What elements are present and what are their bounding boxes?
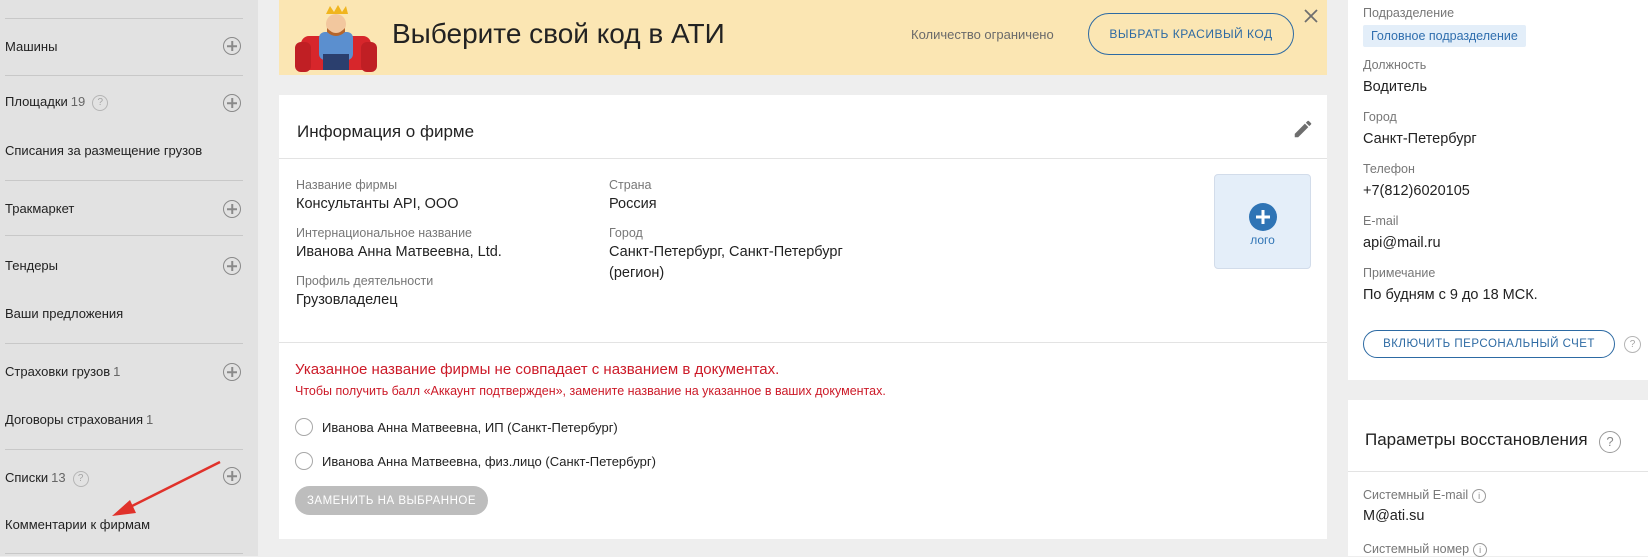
info-icon[interactable]: i — [1473, 543, 1488, 557]
edit-pencil-icon[interactable] — [1292, 118, 1314, 140]
replace-with-selected-button[interactable]: ЗАМЕНИТЬ НА ВЫБРАННОЕ — [295, 486, 488, 515]
add-logo-icon — [1249, 203, 1277, 231]
city-value-region: (регион) — [609, 265, 665, 281]
department-badge: Головное подразделение — [1363, 25, 1526, 47]
phone-value: +7(812)6020105 — [1363, 183, 1470, 199]
radio-label: Иванова Анна Матвеевна, ИП (Санкт-Петерб… — [322, 420, 618, 435]
annotation-arrow-icon — [112, 460, 221, 516]
firm-name-label: Название фирмы — [296, 178, 398, 192]
recovery-title: Параметры восстановления — [1365, 430, 1588, 449]
note-label: Примечание — [1363, 266, 1436, 280]
activity-profile-label: Профиль деятельности — [296, 274, 434, 288]
banner-title: Выберите свой код в АТИ — [392, 18, 725, 49]
position-value: Водитель — [1363, 79, 1428, 95]
intl-name-value: Иванова Анна Матвеевна, Ltd. — [296, 244, 502, 260]
divider — [1348, 471, 1648, 472]
banner-note: Количество ограничено — [911, 27, 1054, 42]
logo-upload[interactable]: лого — [1214, 174, 1311, 269]
choose-code-button[interactable]: ВЫБРАТЬ КРАСИВЫЙ КОД — [1088, 13, 1294, 55]
system-email-value: M@ati.su — [1363, 508, 1425, 524]
position-label: Должность — [1363, 58, 1427, 72]
name-mismatch-hint: Чтобы получить балл «Аккаунт подтвержден… — [295, 384, 886, 398]
divider — [279, 158, 1327, 159]
system-email-label-text: Системный E-mail — [1363, 488, 1469, 502]
contact-info-card: Подразделение Головное подразделение Дол… — [1348, 0, 1648, 380]
close-icon[interactable] — [1302, 7, 1320, 25]
firm-name-value: Консультанты API, ООО — [296, 196, 459, 212]
radio-label: Иванова Анна Матвеевна, физ.лицо (Санкт-… — [322, 454, 656, 469]
radio-button[interactable] — [295, 418, 313, 436]
help-icon[interactable]: ? — [1624, 336, 1641, 353]
company-info-card: Информация о фирме Название фирмы Консул… — [279, 95, 1327, 539]
divider — [279, 342, 1327, 343]
system-email-label: Системный E-mail i — [1363, 488, 1487, 503]
city-value: Санкт-Петербург, Санкт-Петербург — [609, 244, 843, 260]
country-label: Страна — [609, 178, 652, 192]
system-number-label: Системный номер i — [1363, 542, 1488, 557]
contact-city-value: Санкт-Петербург — [1363, 131, 1477, 147]
logo-label: лого — [1250, 233, 1275, 247]
department-label: Подразделение — [1363, 6, 1455, 20]
city-label: Город — [609, 226, 643, 240]
phone-label: Телефон — [1363, 162, 1415, 176]
country-value: Россия — [609, 196, 657, 212]
king-mascot-icon — [295, 5, 377, 72]
help-icon[interactable]: ? — [1599, 431, 1621, 453]
note-value: По будням с 9 до 18 МСК. — [1363, 287, 1538, 303]
name-mismatch-warning: Указанное название фирмы не совпадает с … — [295, 361, 780, 378]
info-icon[interactable]: i — [1472, 489, 1487, 503]
email-label: E-mail — [1363, 214, 1399, 228]
email-value: api@mail.ru — [1363, 235, 1441, 251]
intl-name-label: Интернациональное название — [296, 226, 473, 240]
recovery-params-card: Параметры восстановления ? Системный E-m… — [1348, 400, 1648, 557]
contact-city-label: Город — [1363, 110, 1397, 124]
enable-personal-account-button[interactable]: ВКЛЮЧИТЬ ПЕРСОНАЛЬНЫЙ СЧЕТ — [1363, 330, 1615, 358]
promo-banner: Выберите свой код в АТИ Количество огран… — [279, 0, 1327, 75]
system-number-label-text: Системный номер — [1363, 542, 1470, 556]
activity-profile-value: Грузовладелец — [296, 292, 398, 308]
company-card-title: Информация о фирме — [297, 122, 475, 141]
radio-button[interactable] — [295, 452, 313, 470]
